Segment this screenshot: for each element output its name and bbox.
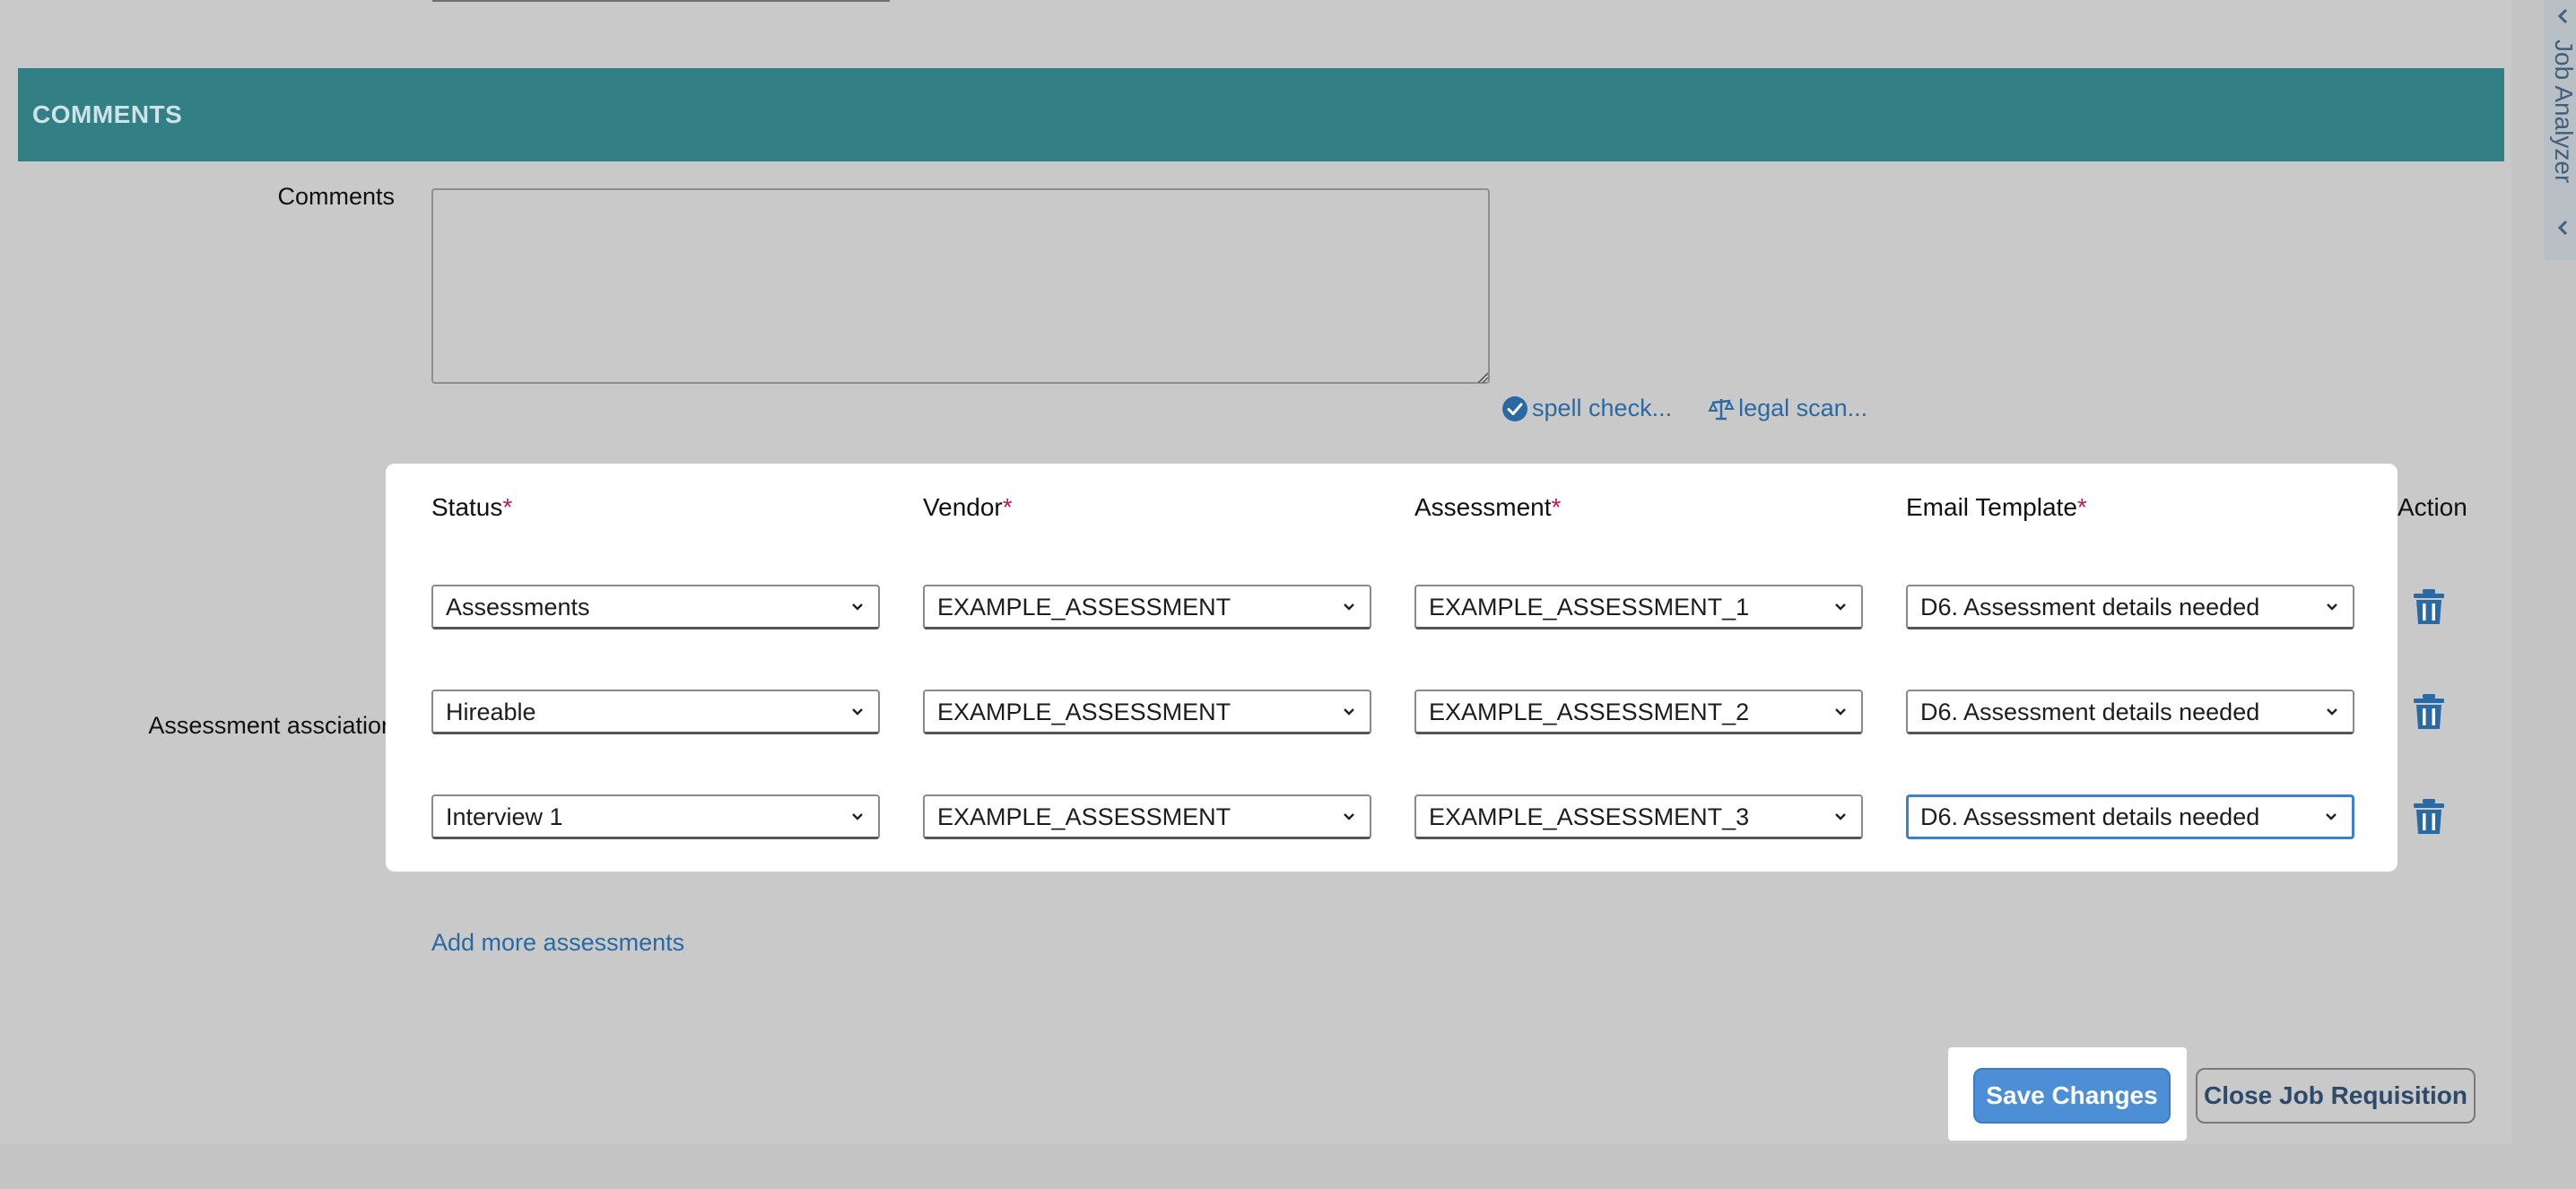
- chevron-down-icon: [1835, 603, 1846, 611]
- vendor-select-row-1[interactable]: EXAMPLE_ASSESSMENT: [923, 585, 1371, 629]
- status-column-header: Status*: [431, 493, 513, 521]
- spell-check-label: spell check...: [1532, 395, 1673, 421]
- trash-icon[interactable]: [2413, 588, 2445, 626]
- chevron-down-icon: [1835, 812, 1846, 820]
- chevron-down-icon: [2327, 603, 2337, 611]
- chevron-down-icon: [1344, 707, 1354, 716]
- comments-textarea[interactable]: [431, 188, 1490, 384]
- previous-field-edge: [432, 0, 890, 2]
- close-job-requisition-button[interactable]: Close Job Requisition: [2196, 1068, 2476, 1124]
- status-select-row-3[interactable]: Interview 1: [431, 794, 880, 839]
- scale-icon: [1708, 398, 1735, 420]
- required-mark: *: [1002, 493, 1013, 521]
- action-column-header: Action: [2398, 493, 2467, 521]
- assessment-association-label: Assessment assciation: [148, 712, 395, 739]
- job-analyzer-label: Job Analyzer: [2550, 39, 2576, 184]
- vendor-column-header: Vendor*: [923, 493, 1013, 521]
- trash-icon[interactable]: [2413, 798, 2445, 836]
- trash-icon[interactable]: [2413, 693, 2445, 731]
- vendor-select-row-3[interactable]: EXAMPLE_ASSESSMENT: [923, 794, 1371, 839]
- check-circle-icon: [1502, 395, 1527, 421]
- save-changes-button[interactable]: Save Changes: [1973, 1068, 2171, 1124]
- assessment-select-row-2[interactable]: EXAMPLE_ASSESSMENT_2: [1414, 690, 1863, 734]
- chevron-down-icon: [2327, 707, 2337, 716]
- comments-label: Comments: [277, 183, 395, 210]
- chevron-left-icon: [2557, 220, 2568, 236]
- chevron-down-icon: [852, 707, 863, 716]
- chevron-down-icon: [852, 812, 863, 820]
- email-template-select-row-2[interactable]: D6. Assessment details needed: [1906, 690, 2354, 734]
- legal-scan-link[interactable]: legal scan...: [1708, 395, 1867, 422]
- vendor-select-row-2[interactable]: EXAMPLE_ASSESSMENT: [923, 690, 1371, 734]
- assessment-column-header: Assessment*: [1414, 493, 1562, 521]
- status-select-row-2[interactable]: Hireable: [431, 690, 880, 734]
- spell-check-link[interactable]: spell check...: [1501, 395, 1672, 422]
- chevron-down-icon: [2326, 813, 2337, 820]
- resize-grip-icon[interactable]: [1476, 371, 1489, 384]
- chevron-down-icon: [852, 603, 863, 611]
- comment-tools: spell check... legal scan...: [1501, 395, 1867, 422]
- comments-section-header: COMMENTS: [18, 68, 2504, 161]
- assessment-select-row-3[interactable]: EXAMPLE_ASSESSMENT_3: [1414, 794, 1863, 839]
- email-template-column-header: Email Template*: [1906, 493, 2087, 521]
- required-mark: *: [502, 493, 513, 521]
- legal-scan-label: legal scan...: [1738, 395, 1868, 421]
- chevron-down-icon: [1344, 812, 1354, 820]
- chevron-down-icon: [1344, 603, 1354, 611]
- assessment-select-row-1[interactable]: EXAMPLE_ASSESSMENT_1: [1414, 585, 1863, 629]
- add-more-assessments-link[interactable]: Add more assessments: [431, 929, 684, 957]
- section-title: COMMENTS: [32, 100, 183, 128]
- required-mark: *: [2076, 493, 2087, 521]
- chevron-left-icon: [2557, 8, 2568, 24]
- email-template-select-row-1[interactable]: D6. Assessment details needed: [1906, 585, 2354, 629]
- status-select-row-1[interactable]: Assessments: [431, 585, 880, 629]
- required-mark: *: [1551, 493, 1562, 521]
- chevron-down-icon: [1835, 707, 1846, 716]
- email-template-select-row-3[interactable]: D6. Assessment details needed: [1906, 794, 2354, 839]
